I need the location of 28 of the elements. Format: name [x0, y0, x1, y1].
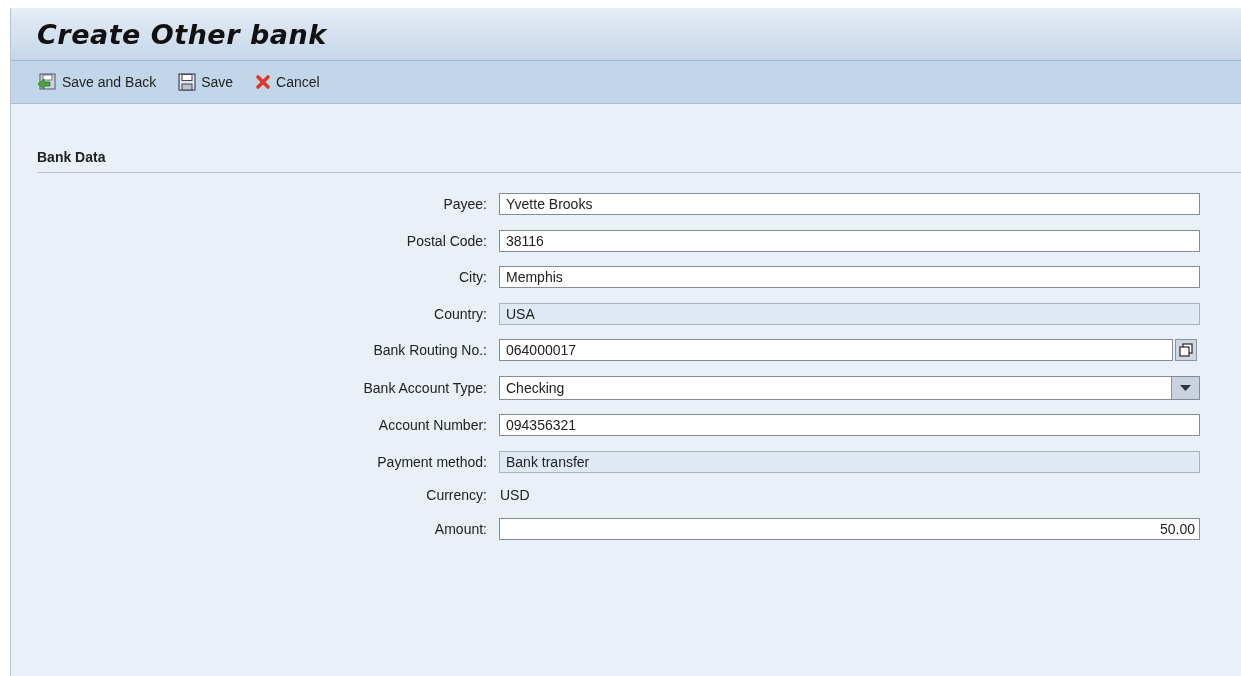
field-label: Country: — [433, 305, 487, 322]
field-label: Payment method: — [376, 453, 487, 470]
field-label: Bank Routing No.: — [372, 342, 487, 358]
field-label: Postal Code: — [405, 232, 487, 249]
value-help-button[interactable] — [1175, 339, 1197, 361]
field-label: Currency: — [425, 487, 487, 503]
field-label: Payee: — [442, 196, 487, 212]
save-back-icon — [37, 73, 57, 91]
page-title: Create Other bank — [37, 18, 327, 50]
save-button[interactable]: Save — [178, 73, 234, 91]
input-field[interactable]: 094356321 — [499, 414, 1200, 436]
field-label: Amount: — [433, 520, 487, 537]
field-label: Bank Account Type: — [362, 379, 487, 396]
section-header: Bank Data — [37, 149, 1241, 173]
field-value: USD — [499, 487, 531, 503]
copy-icon — [1179, 343, 1193, 357]
input-field[interactable]: 50.00 — [499, 517, 1200, 540]
input-field[interactable]: Memphis — [499, 266, 1200, 288]
field-label: Account Number: — [377, 417, 487, 433]
dropdown[interactable]: Checking — [499, 375, 1200, 400]
input-field[interactable]: Yvette Brooks — [499, 193, 1200, 215]
input-field[interactable]: 38116 — [499, 229, 1200, 252]
cancel-button[interactable]: Cancel — [255, 74, 320, 90]
cancel-icon — [255, 74, 272, 90]
caret-icon — [1180, 384, 1191, 391]
save-and-back-button[interactable]: Save and Back — [37, 73, 157, 91]
input-field[interactable]: 064000017 — [499, 339, 1173, 361]
field-label: City: — [458, 269, 487, 285]
